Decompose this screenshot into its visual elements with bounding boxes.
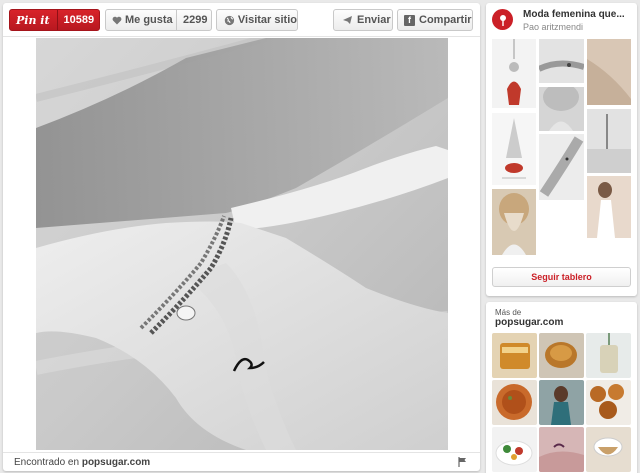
board-thumbnail[interactable]	[539, 134, 584, 200]
visit-site-button[interactable]: Visitar sitio	[216, 9, 298, 31]
board-thumbnail[interactable]	[587, 176, 631, 238]
source-link[interactable]: Encontrado en popsugar.com	[14, 457, 150, 468]
pin-image[interactable]	[36, 38, 448, 450]
board-panel: Moda femenina que... Pao aritzmendi Segu…	[486, 3, 637, 296]
globe-icon	[224, 15, 235, 25]
board-thumbnail[interactable]	[539, 87, 584, 131]
board-thumbnail[interactable]	[492, 39, 536, 108]
follow-board-button[interactable]: Seguir tablero	[492, 267, 631, 287]
pin-it-button[interactable]: Pin it 10589	[9, 9, 100, 31]
board-title[interactable]: Moda femenina que...	[523, 9, 625, 20]
more-thumbnail[interactable]	[539, 333, 584, 378]
heart-icon	[112, 16, 122, 24]
board-thumbnail[interactable]	[587, 39, 631, 105]
board-thumbnail[interactable]	[492, 113, 536, 185]
flag-icon[interactable]	[458, 457, 467, 467]
more-from-site[interactable]: popsugar.com	[495, 317, 563, 328]
more-from-label: Más de	[495, 308, 522, 317]
more-thumbnail[interactable]	[492, 427, 537, 472]
share-label: Compartir	[419, 14, 472, 26]
board-thumbnail[interactable]	[492, 189, 536, 255]
send-button[interactable]: Enviar	[333, 9, 393, 31]
more-thumbnail[interactable]	[586, 380, 631, 425]
board-owner[interactable]: Pao aritzmendi	[523, 22, 583, 32]
board-thumbnail[interactable]	[587, 109, 631, 173]
more-thumbnail[interactable]	[586, 333, 631, 378]
more-thumbnail[interactable]	[586, 427, 631, 472]
more-from-panel: Más de popsugar.com	[486, 302, 637, 473]
pin-toolbar: Pin it 10589 Me gusta 2299 Visitar sitio…	[3, 3, 480, 37]
more-thumbnail[interactable]	[492, 380, 537, 425]
share-button[interactable]: f Compartir	[397, 9, 473, 31]
board-thumbnail[interactable]	[539, 39, 584, 83]
facebook-icon: f	[404, 14, 415, 26]
more-thumbnail[interactable]	[539, 380, 584, 425]
pushpin-icon	[492, 9, 513, 30]
more-thumbnail[interactable]	[492, 333, 537, 378]
pin-it-label: Pin it	[16, 13, 50, 27]
send-label: Enviar	[357, 14, 391, 26]
like-label: Me gusta	[125, 14, 173, 26]
like-button[interactable]: Me gusta 2299	[105, 9, 212, 31]
source-bar: Encontrado en popsugar.com	[3, 452, 480, 471]
source-prefix: Encontrado en	[14, 457, 80, 468]
more-thumbnail[interactable]	[539, 427, 584, 472]
source-domain: popsugar.com	[81, 457, 151, 468]
like-count: 2299	[176, 10, 207, 30]
pin-count: 10589	[56, 10, 94, 30]
send-icon	[343, 16, 352, 24]
visit-site-label: Visitar sitio	[237, 14, 297, 26]
pin-panel: Pin it 10589 Me gusta 2299 Visitar sitio…	[3, 3, 480, 471]
